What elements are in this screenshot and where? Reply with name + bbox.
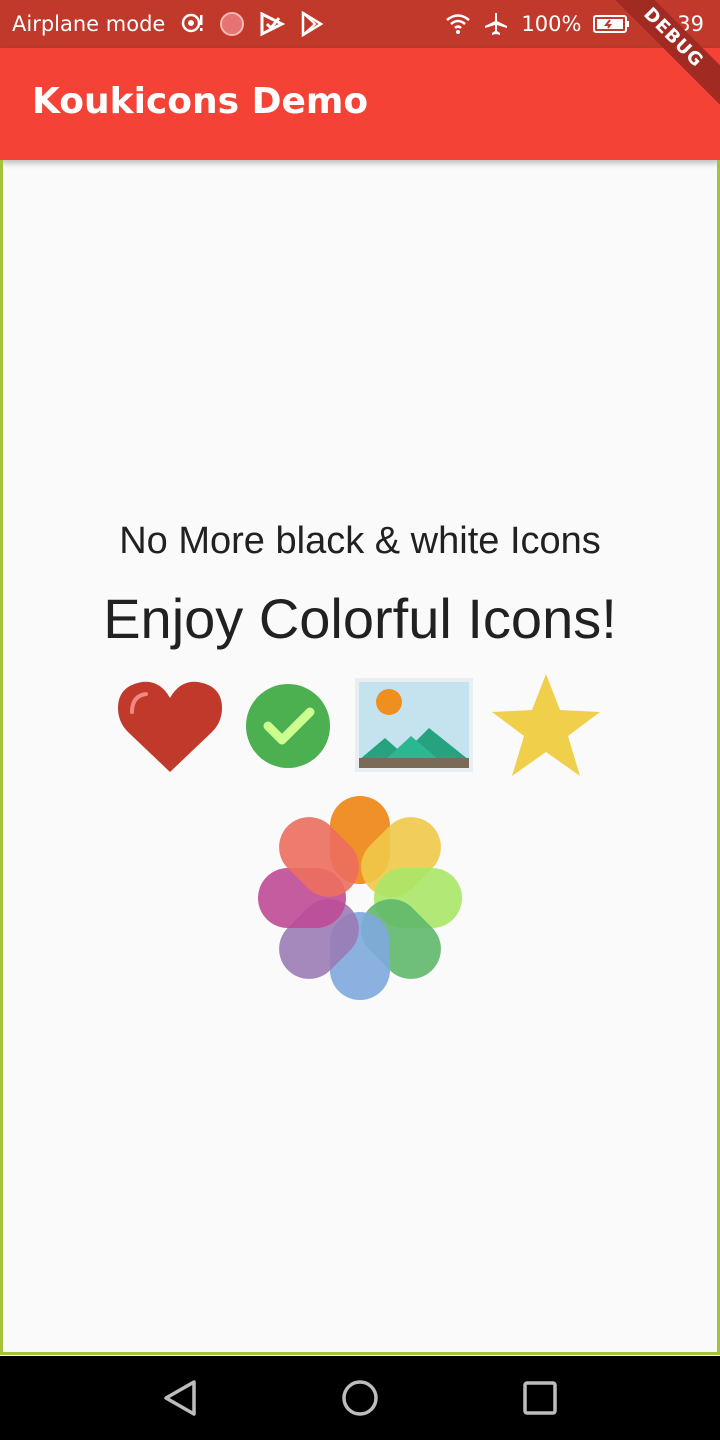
store-notification-icon bbox=[260, 11, 286, 37]
headline-text: Enjoy Colorful Icons! bbox=[103, 587, 617, 650]
clock: 10:39 bbox=[643, 12, 704, 36]
airplane-icon bbox=[485, 13, 508, 35]
recents-button-icon[interactable] bbox=[518, 1376, 562, 1420]
heart-icon bbox=[118, 681, 222, 772]
status-left: Airplane mode bbox=[12, 0, 325, 48]
play-store-icon bbox=[302, 11, 324, 37]
check-circle-icon bbox=[246, 684, 330, 768]
photos-flower-icon bbox=[258, 796, 462, 1000]
back-button-icon[interactable] bbox=[158, 1376, 202, 1420]
navigation-bar bbox=[0, 1356, 720, 1440]
status-bar: Airplane mode 100% 10:39 bbox=[0, 0, 720, 48]
subtitle-text: No More black & white Icons bbox=[119, 520, 601, 562]
icons-row bbox=[0, 670, 720, 780]
home-button-icon[interactable] bbox=[338, 1376, 382, 1420]
airplane-mode-label: Airplane mode bbox=[12, 12, 166, 36]
app-bar: Koukicons Demo bbox=[0, 48, 720, 160]
landscape-picture-icon bbox=[355, 678, 473, 772]
status-right: 100% 10:39 bbox=[445, 0, 704, 48]
app-notification-icon bbox=[220, 12, 245, 36]
star-icon bbox=[492, 674, 600, 776]
wifi-icon bbox=[446, 14, 471, 34]
notification-icon bbox=[182, 13, 203, 33]
battery-icon bbox=[593, 15, 630, 33]
battery-percent: 100% bbox=[521, 12, 582, 36]
app-title: Koukicons Demo bbox=[32, 81, 369, 122]
